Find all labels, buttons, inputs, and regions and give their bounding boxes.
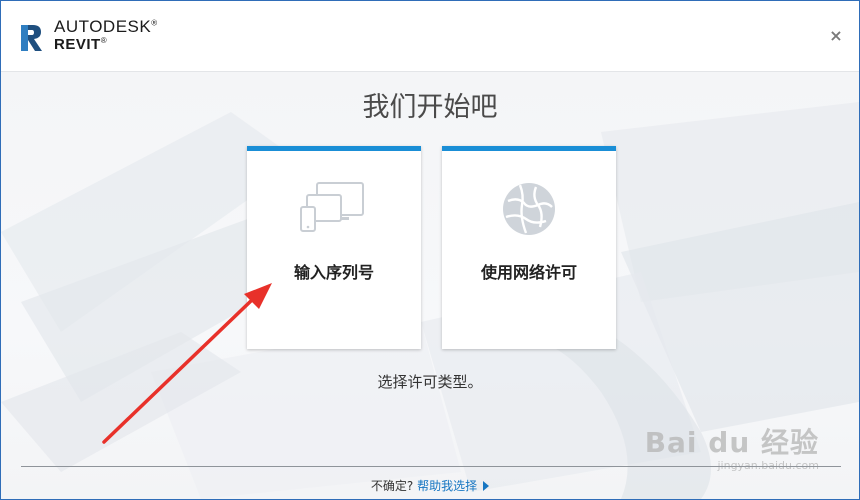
watermark: Bai du 经验 jingyan.baidu.com: [645, 421, 819, 472]
close-button[interactable]: ×: [827, 27, 845, 45]
card-label: 使用网络许可: [480, 263, 577, 282]
devices-icon: [300, 182, 364, 232]
page-title: 我们开始吧: [362, 92, 498, 123]
card-label: 输入序列号: [293, 263, 374, 282]
revit-logo-icon: [21, 25, 42, 51]
footer-prefix-text: 不确定?: [370, 479, 414, 493]
help-me-choose-link[interactable]: 帮助我选择: [417, 479, 477, 493]
brand-autodesk: AUTODESK®: [54, 17, 158, 36]
play-arrow-icon[interactable]: [483, 481, 490, 491]
header-bar: AUTODESK® REVIT® ×: [1, 1, 859, 72]
footer: 不确定? 帮助我选择: [1, 477, 859, 494]
footer-divider: [21, 466, 841, 467]
network-globe-icon: [503, 183, 555, 235]
enter-serial-number-card[interactable]: 输入序列号: [247, 146, 421, 349]
license-dialog: AUTODESK® REVIT® × 我们开始吧 输入序列号 使用网络许可 选择…: [0, 0, 860, 500]
registered-mark: ®: [151, 18, 158, 28]
watermark-logo: Bai du 经验: [644, 426, 819, 459]
registered-mark: ®: [100, 36, 108, 45]
use-network-license-card[interactable]: 使用网络许可: [442, 146, 616, 349]
choose-license-type-text: 选择许可类型。: [377, 373, 483, 391]
brand-revit: REVIT®: [54, 36, 108, 53]
